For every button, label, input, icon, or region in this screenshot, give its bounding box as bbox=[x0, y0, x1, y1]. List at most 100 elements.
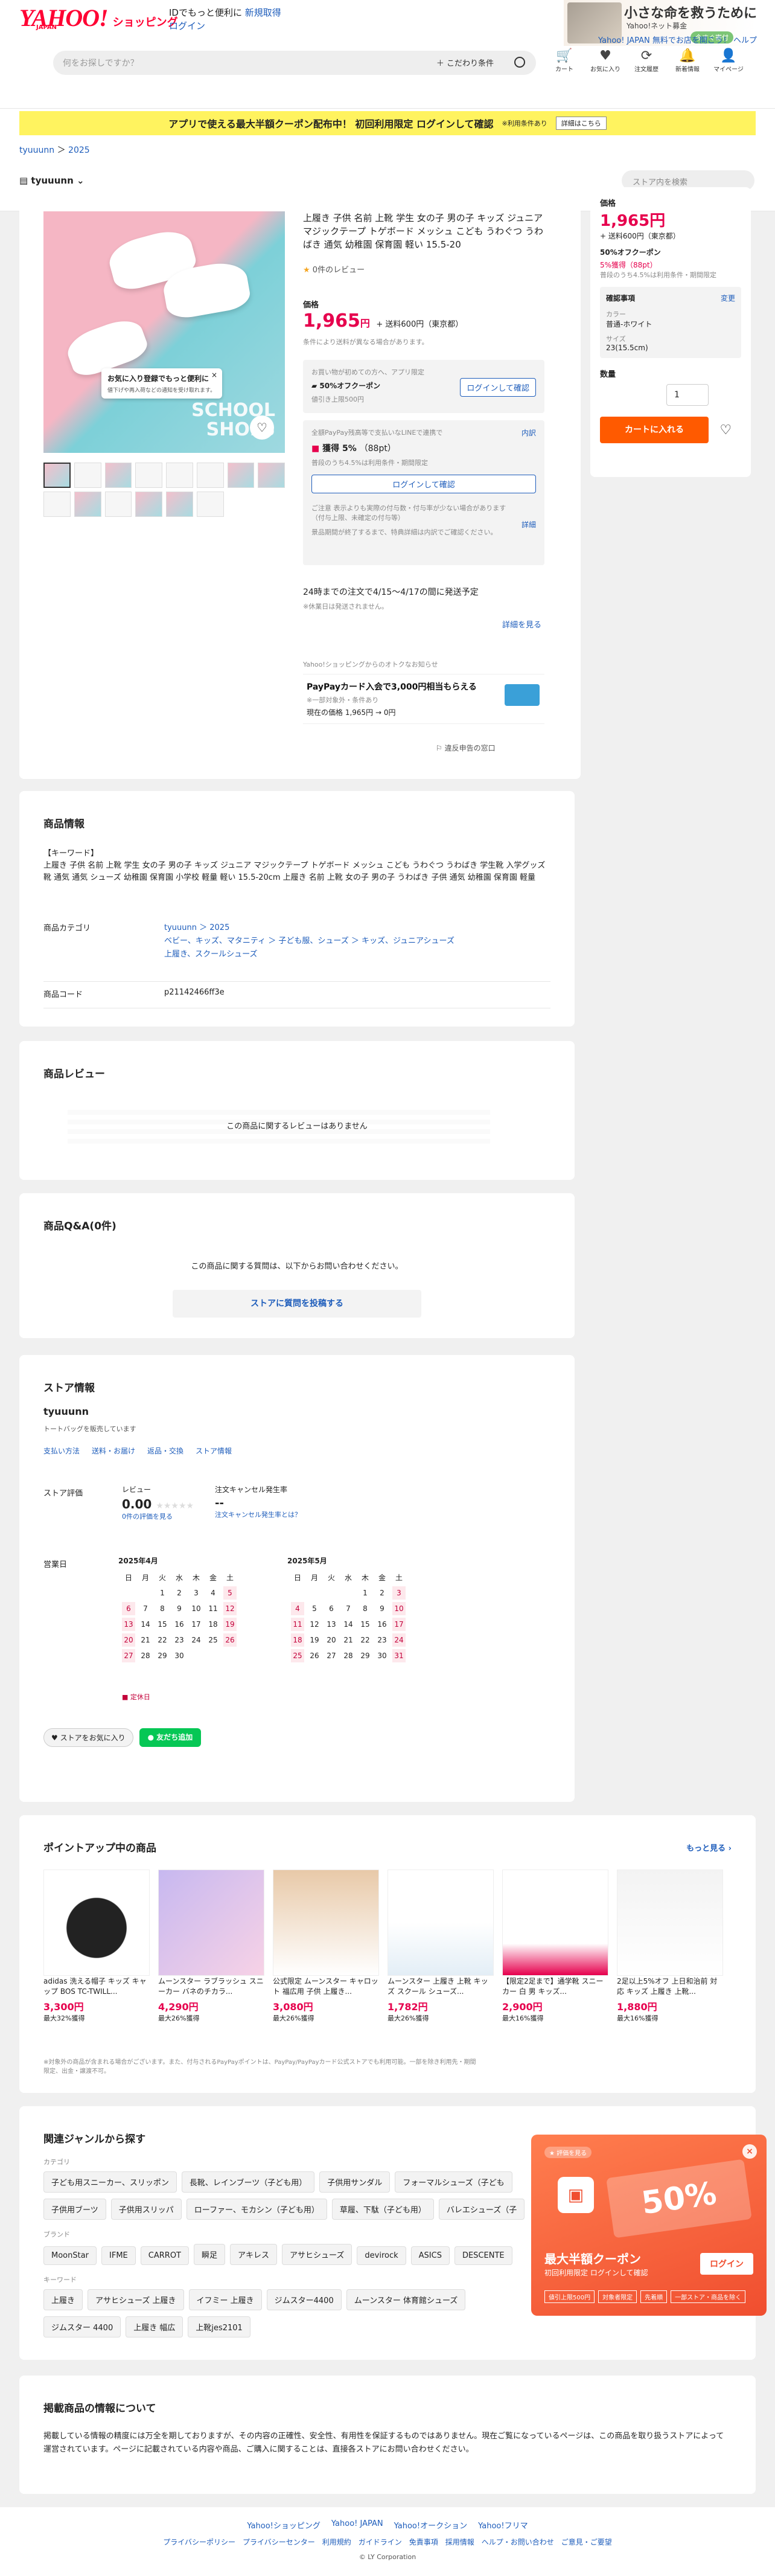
report-link[interactable]: ⚐ 違反申告の窓口 bbox=[436, 743, 496, 753]
footer-link[interactable]: 採用情報 bbox=[445, 2537, 474, 2547]
brand-chip[interactable]: アサヒシューズ bbox=[282, 2244, 352, 2265]
history-button[interactable]: ⟳ 注文履歴 bbox=[631, 48, 662, 73]
thumbnail[interactable] bbox=[196, 463, 224, 488]
thumbnail[interactable] bbox=[258, 463, 285, 488]
footer-link[interactable]: Yahoo! JAPAN bbox=[331, 2519, 383, 2531]
storeinfo-link[interactable]: ストア情報 bbox=[196, 1446, 232, 1456]
footer-link[interactable]: プライバシーセンター bbox=[243, 2537, 315, 2547]
category-chip[interactable]: 草履、下駄（子ども用） bbox=[331, 2199, 434, 2220]
footer-link[interactable]: ヘルプ・お問い合わせ bbox=[482, 2537, 554, 2547]
category-link[interactable]: ベビー、キッズ、マタニティ ＞ 子ども服、シューズ ＞ キッズ、ジュニアシューズ bbox=[164, 937, 454, 946]
qty-input[interactable]: 1 bbox=[666, 384, 709, 406]
thumbnail[interactable] bbox=[74, 492, 101, 517]
header-right-links[interactable]: Yahoo! JAPAN 無料でお店を開こう！ ヘルプ bbox=[598, 34, 757, 45]
keyword-chip[interactable]: アサヒシューズ 上履き bbox=[88, 2289, 184, 2310]
keyword-chip[interactable]: 上履き bbox=[43, 2289, 83, 2310]
close-icon[interactable]: × bbox=[211, 371, 217, 379]
thumbnail[interactable] bbox=[43, 463, 71, 488]
footer-link[interactable]: 免責事項 bbox=[409, 2537, 438, 2547]
option-box[interactable]: 確認事項 変更 カラー 普通-ホワイト サイズ 23(15.5cm) bbox=[600, 287, 741, 358]
category-link[interactable]: tyuuunn ＞ 2025 bbox=[164, 923, 229, 932]
product-tile[interactable]: 2足以上5%オフ 上日和治前 対応 キッズ 上履き 上靴... 1,880円 最大1… bbox=[617, 1870, 723, 2023]
store-name-menu[interactable]: ▤ tyuuunn ⌄ bbox=[19, 175, 85, 186]
paypay-detail-link[interactable]: 内訳 bbox=[521, 428, 536, 438]
brand-chip[interactable]: MoonStar bbox=[43, 2246, 97, 2265]
paypay-login-button[interactable]: ログインして確認 bbox=[311, 475, 536, 493]
close-icon[interactable]: × bbox=[742, 2144, 757, 2159]
store-name[interactable]: tyuuunn bbox=[43, 1406, 89, 1417]
keyword-chip[interactable]: 上履き 幅広 bbox=[126, 2316, 183, 2337]
product-tile[interactable]: adidas 洗える帽子 キッズ キャップ BOS TC-TWILL... 3,3… bbox=[43, 1870, 150, 2023]
caution-more-link[interactable]: 詳細 bbox=[521, 519, 536, 530]
thumbnail[interactable] bbox=[196, 492, 224, 517]
breadcrumb-store[interactable]: tyuuunn bbox=[19, 146, 54, 155]
favorites-button[interactable]: ♥ お気に入り bbox=[590, 48, 620, 73]
product-tile[interactable]: 【限定2足まで】通学靴 スニーカー 白 男 キッズ... 2,900円 最大16%獲… bbox=[502, 1870, 608, 2023]
coupon-login-button[interactable]: ログインして確認 bbox=[460, 378, 536, 397]
keyword-chip[interactable]: ジムスター4400 bbox=[266, 2289, 342, 2310]
filter-button[interactable]: ＋ こだわり条件 bbox=[436, 57, 494, 68]
paypay-card-promo[interactable]: Yahoo!ショッピングからのオトクなお知らせ PayPayカード入会で3,00… bbox=[303, 659, 544, 724]
keyword-chip[interactable]: イフミー 上履き bbox=[188, 2289, 262, 2310]
thumbnail[interactable] bbox=[74, 463, 101, 488]
line-friend-button[interactable]: ● 友だち追加 bbox=[139, 1728, 202, 1747]
favorite-heart-icon[interactable]: ♡ bbox=[250, 415, 274, 440]
mypage-button[interactable]: 👤 マイページ bbox=[713, 48, 744, 73]
promo-detail-button[interactable]: 詳細はこちら bbox=[555, 117, 607, 130]
thumbnail[interactable] bbox=[166, 492, 193, 517]
ask-question-button[interactable]: ストアに質問を投稿する bbox=[173, 1290, 421, 1318]
thumbnail[interactable] bbox=[227, 463, 255, 488]
brand-chip[interactable]: ASICS bbox=[410, 2246, 450, 2265]
category-chip[interactable]: 子供用ブーツ bbox=[43, 2199, 106, 2220]
shipping-detail-link[interactable]: 詳細を見る bbox=[502, 618, 541, 630]
category-chip[interactable]: フォーマルシューズ（子ども bbox=[395, 2171, 512, 2193]
brand-chip[interactable]: DESCENTE bbox=[454, 2246, 512, 2265]
search-icon[interactable] bbox=[514, 57, 525, 68]
thumbnail[interactable] bbox=[104, 492, 132, 517]
search-input[interactable]: 何をお探しですか？ bbox=[63, 57, 139, 69]
popup-login-button[interactable]: ログイン bbox=[700, 2253, 753, 2275]
footer-link[interactable]: Yahoo!オークション bbox=[394, 2519, 467, 2531]
search-bar[interactable]: 何をお探しですか？ ＋ こだわり条件 bbox=[53, 51, 536, 75]
footer-link[interactable]: ご意見・ご要望 bbox=[561, 2537, 612, 2547]
coupon-popup[interactable]: ★ 評価を見る × ▣ 50% 最大半額クーポン 初回利用限定 ログインして確認… bbox=[531, 2135, 767, 2316]
rating-link[interactable]: 0件の評価を見る bbox=[122, 1513, 173, 1520]
promo-banner[interactable]: アプリで使える最大半額クーポン配布中！ 初回利用限定 ログインして確認 ※利用条… bbox=[19, 111, 756, 135]
return-link[interactable]: 返品・交換 bbox=[147, 1446, 183, 1456]
pointup-more-link[interactable]: もっと見る › bbox=[686, 1842, 732, 1853]
category-chip[interactable]: ローファー、モカシン（子ども用） bbox=[186, 2199, 327, 2220]
payment-link[interactable]: 支払い方法 bbox=[43, 1446, 80, 1456]
footer-link[interactable]: Yahoo!ショッピング bbox=[247, 2519, 320, 2531]
category-chip[interactable]: バレエシューズ（子 bbox=[438, 2199, 525, 2220]
register-link[interactable]: 新規取得 bbox=[245, 7, 281, 18]
shipping-link[interactable]: 送料・お届け bbox=[92, 1446, 135, 1456]
brand-chip[interactable]: devirock bbox=[357, 2246, 406, 2265]
option-change-link[interactable]: 変更 bbox=[721, 293, 735, 303]
category-link[interactable]: 上履き、スクールシューズ bbox=[164, 950, 257, 959]
review-summary[interactable]: ★ 0件のレビュー bbox=[303, 263, 365, 275]
login-link[interactable]: ログイン bbox=[169, 21, 205, 31]
footer-link[interactable]: プライバシーポリシー bbox=[163, 2537, 235, 2547]
category-chip[interactable]: 子供用スリッパ bbox=[110, 2199, 182, 2220]
footer-link[interactable]: ガイドライン bbox=[359, 2537, 402, 2547]
keyword-chip[interactable]: ジムスター 4400 bbox=[43, 2316, 121, 2337]
category-chip[interactable]: 長靴、レインブーツ（子ども用） bbox=[181, 2171, 315, 2193]
category-chip[interactable]: 子ども用スニーカー、スリッポン bbox=[43, 2171, 177, 2193]
product-image[interactable]: SCHOOL SHOES お気に入り登録でもっと便利に 値下げや再入荷などの通知… bbox=[43, 211, 285, 453]
cart-button[interactable]: 🛒 カート bbox=[549, 48, 579, 73]
thumbnail[interactable] bbox=[166, 463, 193, 488]
favorite-heart-icon[interactable]: ♡ bbox=[719, 423, 732, 438]
product-tile[interactable]: 公式限定 ムーンスター キャロット 福広用 子供 上履き... 3,080円 最大2… bbox=[273, 1870, 379, 2023]
thumbnail[interactable] bbox=[135, 492, 162, 517]
brand-chip[interactable]: 瞬足 bbox=[194, 2244, 226, 2265]
product-tile[interactable]: ムーンスター 上履き 上靴 キッズ スクール シューズ... 1,782円 最大26… bbox=[388, 1870, 494, 2023]
cancel-link[interactable]: 注文キャンセル発生率とは？ bbox=[215, 1511, 301, 1519]
product-tile[interactable]: ムーンスター ラブラッシュ スニーカー バネのチカラ... 4,290円 最大26%… bbox=[158, 1870, 264, 2023]
keyword-chip[interactable]: 上靴jes2101 bbox=[188, 2316, 250, 2337]
brand-chip[interactable]: IFME bbox=[101, 2246, 136, 2265]
thumbnail[interactable] bbox=[43, 492, 71, 517]
add-to-cart-button[interactable]: カートに入れる bbox=[600, 417, 709, 443]
breadcrumb-category[interactable]: 2025 bbox=[68, 146, 90, 155]
notice-button[interactable]: 🔔 新着情報 bbox=[672, 48, 703, 73]
keyword-chip[interactable]: ムーンスター 体育館シューズ bbox=[346, 2289, 466, 2310]
